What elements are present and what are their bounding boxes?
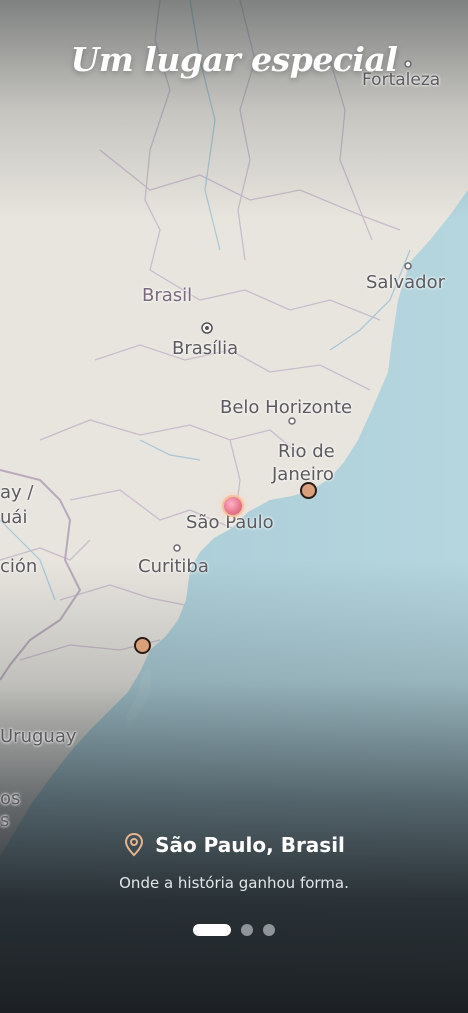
- map-label-belo-horizonte: Belo Horizonte: [220, 397, 353, 418]
- map-label-paraguai-partial: uái: [0, 507, 28, 528]
- page-indicator: [0, 924, 468, 936]
- page-title: Um lugar especial: [70, 40, 398, 79]
- location-text: São Paulo, Brasil: [155, 833, 345, 857]
- map-label-asuncion-partial: ción: [0, 556, 38, 577]
- map-label-rio-line1: Rio de: [278, 441, 335, 462]
- location-row: São Paulo, Brasil: [0, 832, 468, 858]
- map-label-rio-line2: Janeiro: [272, 464, 334, 485]
- map-label-os-partial: os: [0, 788, 21, 809]
- onboarding-screen: Fortaleza Brasil Brasília Salvador Belo …: [0, 0, 468, 1013]
- map-label-brasilia: Brasília: [172, 338, 239, 359]
- map-marker-south[interactable]: [134, 637, 151, 654]
- map-label-curitiba: Curitiba: [138, 556, 209, 577]
- map-pin-icon: [123, 832, 145, 858]
- page-dot-3[interactable]: [263, 924, 275, 936]
- map-label-uruguay-partial: Uruguay: [0, 726, 77, 747]
- subtitle-text: Onde a história ganhou forma.: [119, 874, 349, 892]
- map-marker-sao-paulo-active[interactable]: [222, 495, 244, 517]
- page-dot-1-active[interactable]: [193, 924, 231, 936]
- map-label-s-partial: s: [0, 810, 10, 831]
- map-marker-rio[interactable]: [300, 482, 317, 499]
- map-label-salvador: Salvador: [366, 272, 445, 293]
- map-label-paraguay-partial: ay /: [0, 482, 34, 503]
- map-label-brasil: Brasil: [142, 285, 193, 306]
- page-dot-2[interactable]: [241, 924, 253, 936]
